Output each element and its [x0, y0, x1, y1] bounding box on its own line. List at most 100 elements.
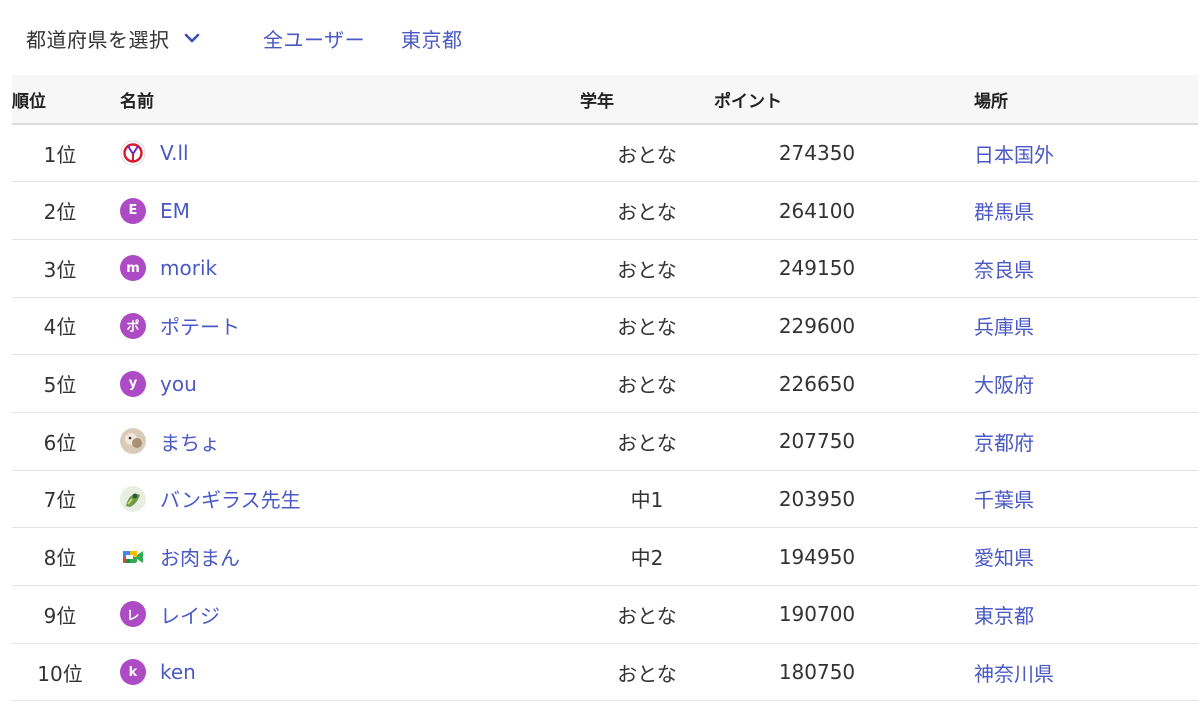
- rank-cell: 7位: [43, 488, 77, 513]
- table-header-row: 順位 名前 学年 ポイント 場所: [12, 75, 1198, 124]
- video-camera-logo-icon: [120, 544, 146, 570]
- ranking-rows: 1位 V.ll おとな 274350 日本国外 2位 E EM おとな 264100 群馬県 3位 m m…: [12, 124, 1198, 701]
- table-row: 8位 お肉まん 中2 194950 愛知県: [12, 528, 1198, 586]
- place-link[interactable]: 群馬県: [974, 200, 1034, 224]
- user-name[interactable]: morik: [160, 256, 217, 280]
- user-avatar-letter: m: [120, 255, 146, 282]
- user-avatar-letter: ポ: [120, 312, 146, 339]
- grade-cell: おとな: [617, 142, 677, 167]
- table-row: 2位 E EM おとな 264100 群馬県: [12, 182, 1198, 240]
- user-link[interactable]: バンギラス先生: [120, 484, 580, 513]
- place-cell: 奈良県: [920, 239, 1198, 297]
- user-link[interactable]: レレイジ: [120, 600, 580, 629]
- place-link[interactable]: 愛知県: [974, 546, 1034, 570]
- table-row: 7位 バンギラス先生 中1 203950 千葉県: [12, 470, 1198, 528]
- filter-bar: 都道府県を選択 全ユーザー 東京都: [0, 0, 1200, 75]
- user-avatar-letter: k: [120, 659, 146, 686]
- place-link[interactable]: 京都府: [974, 431, 1034, 455]
- points-cell: 226650: [778, 371, 856, 396]
- points-cell: 194950: [778, 544, 856, 569]
- user-name[interactable]: ken: [160, 660, 196, 684]
- name-cell: k ken: [108, 643, 580, 701]
- rank-cell: 1位: [43, 142, 77, 167]
- user-link[interactable]: k ken: [120, 659, 580, 686]
- character-avatar-icon: [120, 485, 146, 512]
- grade-cell: 中1: [630, 488, 664, 513]
- place-link[interactable]: 大阪府: [974, 373, 1034, 397]
- red-circle-logo-icon: [120, 140, 146, 166]
- place-link[interactable]: 千葉県: [974, 488, 1034, 512]
- rank-cell: 8位: [43, 546, 77, 571]
- grade-cell: おとな: [617, 430, 677, 455]
- user-name[interactable]: V.ll: [160, 141, 189, 165]
- place-cell: 群馬県: [920, 182, 1198, 240]
- user-name[interactable]: お肉まん: [160, 542, 240, 571]
- rank-cell: 6位: [43, 430, 77, 455]
- prefecture-select-label: 都道府県を選択: [26, 27, 170, 52]
- points-cell: 180750: [778, 660, 856, 685]
- name-cell: ポポテート: [108, 297, 580, 355]
- name-cell: V.ll: [108, 124, 580, 182]
- place-link[interactable]: 兵庫県: [974, 315, 1034, 339]
- user-link[interactable]: まちょ: [120, 427, 580, 456]
- place-link[interactable]: 東京都: [974, 604, 1034, 628]
- header-points: ポイント: [714, 91, 782, 112]
- current-prefecture-link[interactable]: 東京都: [401, 22, 463, 54]
- name-cell: バンギラス先生: [108, 470, 580, 528]
- name-cell: m morik: [108, 239, 580, 297]
- user-link[interactable]: E EM: [120, 197, 580, 224]
- grade-cell: おとな: [617, 603, 677, 628]
- points-cell: 249150: [778, 256, 856, 281]
- table-row: 9位 レレイジ おとな 190700 東京都: [12, 586, 1198, 644]
- user-link[interactable]: y you: [120, 370, 580, 397]
- user-name[interactable]: バンギラス先生: [160, 484, 301, 513]
- grade-cell: おとな: [617, 373, 677, 398]
- rank-cell: 2位: [43, 200, 77, 225]
- prefecture-select[interactable]: 都道府県を選択: [26, 22, 202, 54]
- points-cell: 274350: [778, 141, 856, 166]
- place-link[interactable]: 日本国外: [974, 143, 1054, 167]
- place-link[interactable]: 神奈川県: [974, 662, 1054, 686]
- user-name[interactable]: まちょ: [160, 427, 220, 456]
- rank-cell: 4位: [43, 315, 77, 340]
- user-link[interactable]: お肉まん: [120, 542, 580, 571]
- points-cell: 229600: [778, 313, 856, 338]
- header-place: 場所: [974, 91, 1008, 112]
- user-name[interactable]: EM: [160, 199, 190, 223]
- points-cell: 264100: [778, 198, 856, 223]
- user-name[interactable]: ポテート: [160, 311, 240, 340]
- grade-cell: おとな: [617, 200, 677, 225]
- table-row: 10位 k ken おとな 180750 神奈川県: [12, 643, 1198, 701]
- rank-cell: 10位: [37, 661, 83, 686]
- user-avatar-letter: レ: [120, 601, 146, 628]
- user-avatar-letter: y: [120, 370, 146, 397]
- table-row: 6位 まちょ おとな 207750 京都府: [12, 412, 1198, 471]
- place-cell: 日本国外: [920, 124, 1198, 182]
- user-name[interactable]: you: [160, 372, 197, 396]
- rank-cell: 9位: [43, 603, 77, 628]
- user-link[interactable]: V.ll: [120, 140, 580, 166]
- name-cell: y you: [108, 355, 580, 413]
- user-avatar-letter: E: [120, 197, 146, 224]
- user-link[interactable]: m morik: [120, 255, 580, 282]
- place-link[interactable]: 奈良県: [974, 258, 1034, 282]
- rank-cell: 3位: [43, 257, 77, 282]
- table-row: 1位 V.ll おとな 274350 日本国外: [12, 124, 1198, 182]
- name-cell: レレイジ: [108, 586, 580, 644]
- grade-cell: おとな: [617, 257, 677, 282]
- name-cell: まちょ: [108, 412, 580, 470]
- place-cell: 兵庫県: [920, 297, 1198, 355]
- points-cell: 207750: [778, 429, 856, 454]
- header-name: 名前: [120, 91, 154, 112]
- header-grade: 学年: [580, 91, 614, 112]
- table-row: 3位 m morik おとな 249150 奈良県: [12, 239, 1198, 298]
- table-row: 5位 y you おとな 226650 大阪府: [12, 355, 1198, 413]
- table-row: 4位 ポポテート おとな 229600 兵庫県: [12, 297, 1198, 355]
- user-name[interactable]: レイジ: [160, 600, 220, 629]
- chevron-down-icon: [182, 28, 202, 48]
- name-cell: お肉まん: [108, 528, 580, 586]
- rank-cell: 5位: [43, 373, 77, 398]
- place-cell: 愛知県: [920, 528, 1198, 586]
- user-link[interactable]: ポポテート: [120, 311, 580, 340]
- all-users-link[interactable]: 全ユーザー: [263, 22, 365, 54]
